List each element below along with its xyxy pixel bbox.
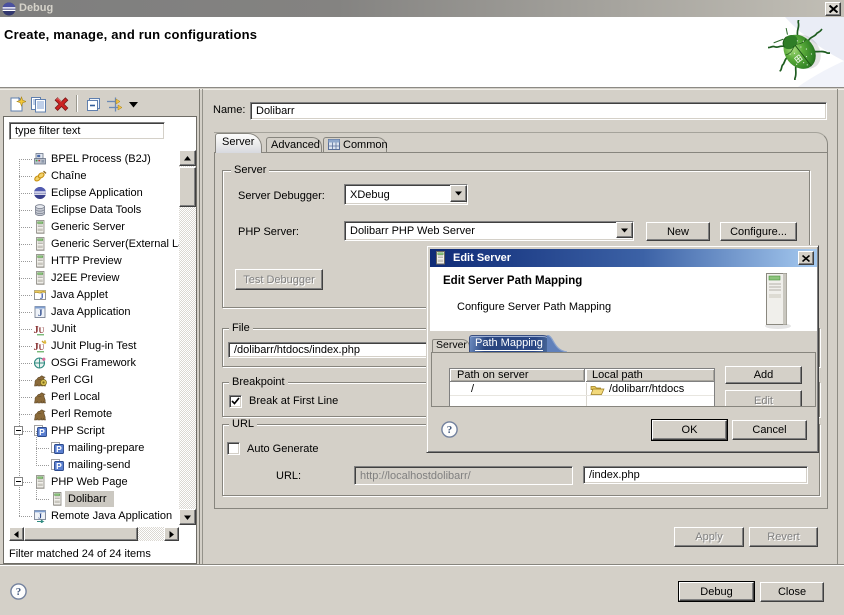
svg-text:?: ?	[16, 586, 22, 598]
svg-text:?: ?	[447, 424, 453, 436]
